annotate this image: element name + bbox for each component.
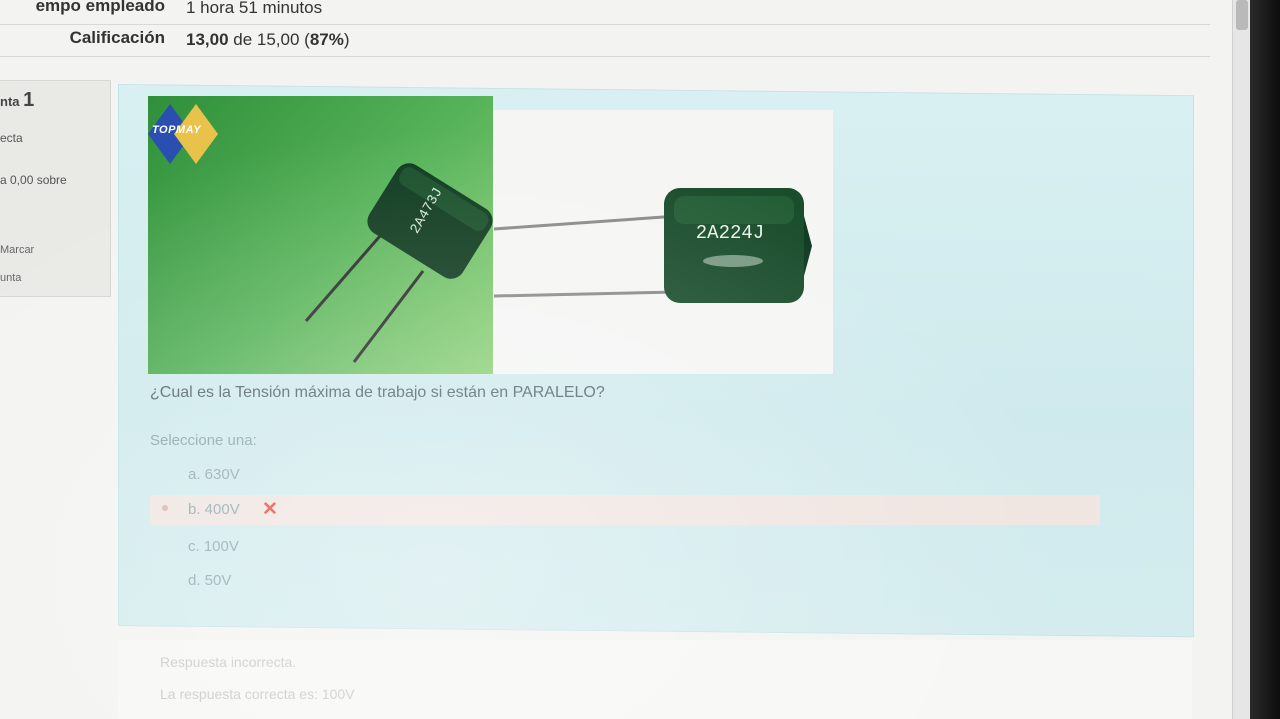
- grade-close: ): [343, 30, 350, 49]
- summary-row-grade: Calificación 13,00 de 15,00 (87%): [0, 24, 1210, 57]
- feedback-result: Respuesta incorrecta.: [160, 654, 297, 670]
- flag-line-1: Marcar: [0, 244, 35, 256]
- monitor-bezel: [1250, 0, 1280, 719]
- answer-label: a. 630V: [188, 466, 240, 483]
- time-label: empo empleado: [35, 0, 165, 15]
- answer-option-a[interactable]: a. 630V: [150, 460, 1100, 490]
- feedback-box: [118, 640, 1192, 719]
- question-state: ecta: [0, 131, 23, 145]
- flag-line-2: unta: [0, 272, 22, 284]
- answer-option-b[interactable]: b. 400V ✕: [150, 495, 1100, 525]
- page-scrollbar[interactable]: [1232, 0, 1250, 719]
- incorrect-x-icon: ✕: [262, 499, 278, 520]
- question-prefix: nta: [0, 94, 20, 109]
- answer-label: b. 400V: [188, 501, 240, 518]
- question-text: ¿Cual es la Tensión máxima de trabajo si…: [150, 384, 605, 401]
- flag-question-link[interactable]: Marcar unta: [0, 236, 34, 292]
- question-info-panel: nta 1 ecta a 0,00 sobre Marcar unta: [0, 80, 111, 297]
- grade-value: 13,00 de 15,00 (87%): [186, 30, 350, 50]
- question-grade: a 0,00 sobre: [0, 173, 67, 187]
- answer-label: d. 50V: [188, 572, 232, 589]
- grade-score: 13,00: [186, 30, 229, 49]
- grade-total: de 15,00 (: [228, 30, 310, 49]
- select-one-prompt: Seleccione una:: [150, 432, 257, 449]
- browser-screen: empo empleado 1 hora 51 minutos Califica…: [0, 0, 1250, 719]
- scrollbar-thumb[interactable]: [1236, 0, 1248, 30]
- capacitor-right-code: 2A224J: [695, 222, 765, 244]
- summary-row-time: empo empleado 1 hora 51 minutos: [0, 0, 1210, 25]
- answer-label: c. 100V: [188, 538, 239, 555]
- answer-option-c[interactable]: c. 100V: [150, 532, 1100, 562]
- logo-text: TOPMAY: [152, 124, 202, 136]
- grade-percent: 87%: [309, 30, 344, 49]
- attempt-summary: empo empleado 1 hora 51 minutos Califica…: [0, 0, 1210, 70]
- feedback-correct-answer: La respuesta correcta es: 100V: [160, 686, 355, 702]
- answer-option-d[interactable]: d. 50V: [150, 566, 1100, 596]
- question-number: nta 1: [0, 89, 34, 112]
- question-number-value: 1: [23, 89, 35, 111]
- grade-label: Calificación: [69, 28, 165, 47]
- radio-selected-icon[interactable]: [162, 505, 168, 511]
- time-value: 1 hora 51 minutos: [186, 0, 323, 17]
